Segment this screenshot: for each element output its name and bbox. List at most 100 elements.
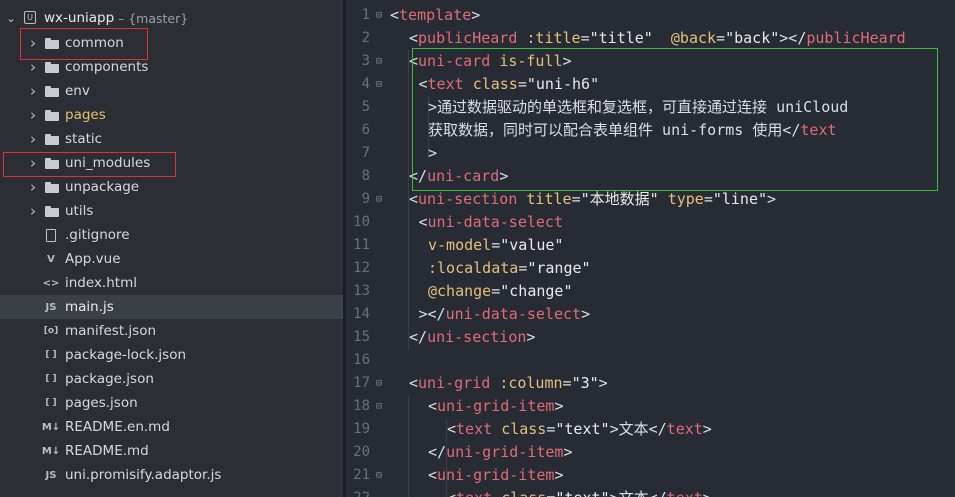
code-token-punc: =	[562, 374, 572, 392]
file-row[interactable]: [ ] package.json	[0, 367, 343, 391]
line-number: 12	[353, 260, 370, 276]
fold-toggle-icon[interactable]: ⊟	[376, 395, 382, 418]
code-text: v-model="value"	[428, 234, 563, 257]
code-line[interactable]: 22<text class="text">文本</text>	[346, 487, 955, 497]
code-line[interactable]: 9 ⊟ <uni-section title="本地数据" type="line">	[346, 188, 955, 211]
project-root-row[interactable]: ⌄ U wx-uniapp – {master}	[0, 6, 343, 30]
folder-icon	[45, 134, 59, 145]
code-text: </uni-grid-item>	[428, 441, 573, 464]
code-token-punc: >	[767, 190, 777, 208]
folder-label: components	[65, 59, 149, 75]
file-label: manifest.json	[65, 323, 157, 339]
chevron-right-icon[interactable]: ›	[30, 202, 36, 220]
file-label: README.en.md	[65, 419, 170, 435]
code-line[interactable]: 21 ⊟ <uni-grid-item>	[346, 464, 955, 487]
line-number: 7	[361, 145, 370, 161]
code-token-attr: :localdata	[428, 259, 519, 277]
code-token-attr: @change	[428, 282, 492, 300]
line-number: 14	[353, 306, 370, 322]
file-row[interactable]: [ ] pages.json	[0, 391, 343, 415]
chevron-right-icon[interactable]: ›	[30, 82, 36, 100]
file-row[interactable]: [o] manifest.json	[0, 319, 343, 343]
html-file-icon: <>	[42, 277, 60, 289]
code-token-attr: title	[526, 190, 572, 208]
chevron-down-icon[interactable]: ⌄	[6, 11, 16, 25]
code-editor[interactable]: 1 ⊟ <template> 2 <publicHeard :title="title"…	[346, 0, 955, 497]
manifest-file-icon: [o]	[43, 326, 59, 336]
code-line[interactable]: 10 <uni-data-select	[346, 211, 955, 234]
code-token-punc: =	[716, 29, 726, 47]
file-row[interactable]: <> index.html	[0, 271, 343, 295]
code-line[interactable]: 15 </uni-section>	[346, 326, 955, 349]
line-number: 1	[361, 7, 370, 23]
code-token-punc: <	[409, 374, 419, 392]
file-icon	[44, 228, 58, 242]
code-token-attr: :column	[499, 374, 563, 392]
code-token-tag: uni-grid	[418, 374, 491, 392]
fold-toggle-icon[interactable]: ⊟	[376, 50, 382, 73]
folder-row[interactable]: › utils	[0, 199, 343, 223]
code-text: :localdata="range"	[428, 257, 591, 280]
chevron-right-icon[interactable]: ›	[30, 106, 36, 124]
line-number: 3	[361, 53, 370, 69]
code-token-punc: ></	[779, 29, 807, 47]
code-token-punc: <	[428, 466, 438, 484]
line-number: 16	[353, 352, 370, 368]
file-row[interactable]: JS main.js	[0, 295, 343, 319]
fold-toggle-icon[interactable]: ⊟	[376, 188, 382, 211]
code-line[interactable]: 12 :localdata="range"	[346, 257, 955, 280]
folder-row[interactable]: › pages	[0, 103, 343, 127]
file-row[interactable]: [ ] package-lock.json	[0, 343, 343, 367]
code-text: <uni-grid-item>	[428, 395, 563, 418]
file-row[interactable]: V App.vue	[0, 247, 343, 271]
code-line[interactable]: 16	[346, 349, 955, 372]
code-line[interactable]: 19 <text class="text">文本</text>	[346, 418, 955, 441]
code-token-punc: >	[554, 397, 564, 415]
code-line[interactable]: 20 </uni-grid-item>	[346, 441, 955, 464]
line-number: 18	[353, 398, 370, 414]
code-token-punc: =	[491, 282, 501, 300]
js-file-icon: JS	[45, 469, 57, 481]
code-line[interactable]: 18 ⊟ <uni-grid-item>	[346, 395, 955, 418]
chevron-right-icon[interactable]: ›	[30, 178, 36, 196]
code-token-punc: =	[491, 236, 501, 254]
fold-toggle-icon[interactable]: ⊟	[376, 4, 382, 27]
code-token-str: "value"	[500, 236, 564, 254]
folder-row[interactable]: › env	[0, 79, 343, 103]
folder-row[interactable]: › unpackage	[0, 175, 343, 199]
code-token-punc: >	[554, 466, 564, 484]
fold-toggle-icon[interactable]: ⊟	[376, 464, 382, 487]
code-line[interactable]: 11 v-model="value"	[346, 234, 955, 257]
fold-toggle-icon[interactable]: ⊟	[376, 372, 382, 395]
folder-icon	[45, 206, 59, 217]
code-token-attr: @back	[670, 29, 717, 47]
js-file-icon: JS	[45, 301, 57, 313]
file-row[interactable]: M↓ README.en.md	[0, 415, 343, 439]
line-number: 20	[353, 444, 370, 460]
file-row[interactable]: .gitignore	[0, 223, 343, 247]
code-token-str: "本地数据"	[580, 190, 659, 208]
file-label: index.html	[65, 275, 137, 291]
code-text: <uni-section title="本地数据" type="line">	[409, 188, 776, 211]
file-row[interactable]: JS uni.promisify.adaptor.js	[0, 463, 343, 487]
markdown-file-icon: M↓	[41, 445, 61, 457]
code-line[interactable]: 14 ></uni-data-select>	[346, 303, 955, 326]
code-token-punc: >	[703, 489, 712, 497]
fold-toggle-icon[interactable]: ⊟	[376, 73, 382, 96]
file-row[interactable]: M↓ README.md	[0, 439, 343, 463]
json-file-icon: [ ]	[45, 350, 57, 360]
folder-icon	[45, 62, 59, 73]
code-line[interactable]: 17 ⊟ <uni-grid :column="3">	[346, 372, 955, 395]
code-token-tag: text	[456, 420, 493, 438]
code-line[interactable]: 13 @change="change"	[346, 280, 955, 303]
code-line[interactable]: 2 <publicHeard :title="title" @back="back…	[346, 27, 955, 50]
code-token-str: "change"	[500, 282, 573, 300]
chevron-right-icon[interactable]: ›	[30, 130, 36, 148]
code-line[interactable]: 1 ⊟ <template>	[346, 4, 955, 27]
branch-label: – {master}	[118, 10, 189, 26]
chevron-right-icon[interactable]: ›	[30, 58, 36, 76]
folder-row[interactable]: › static	[0, 127, 343, 151]
